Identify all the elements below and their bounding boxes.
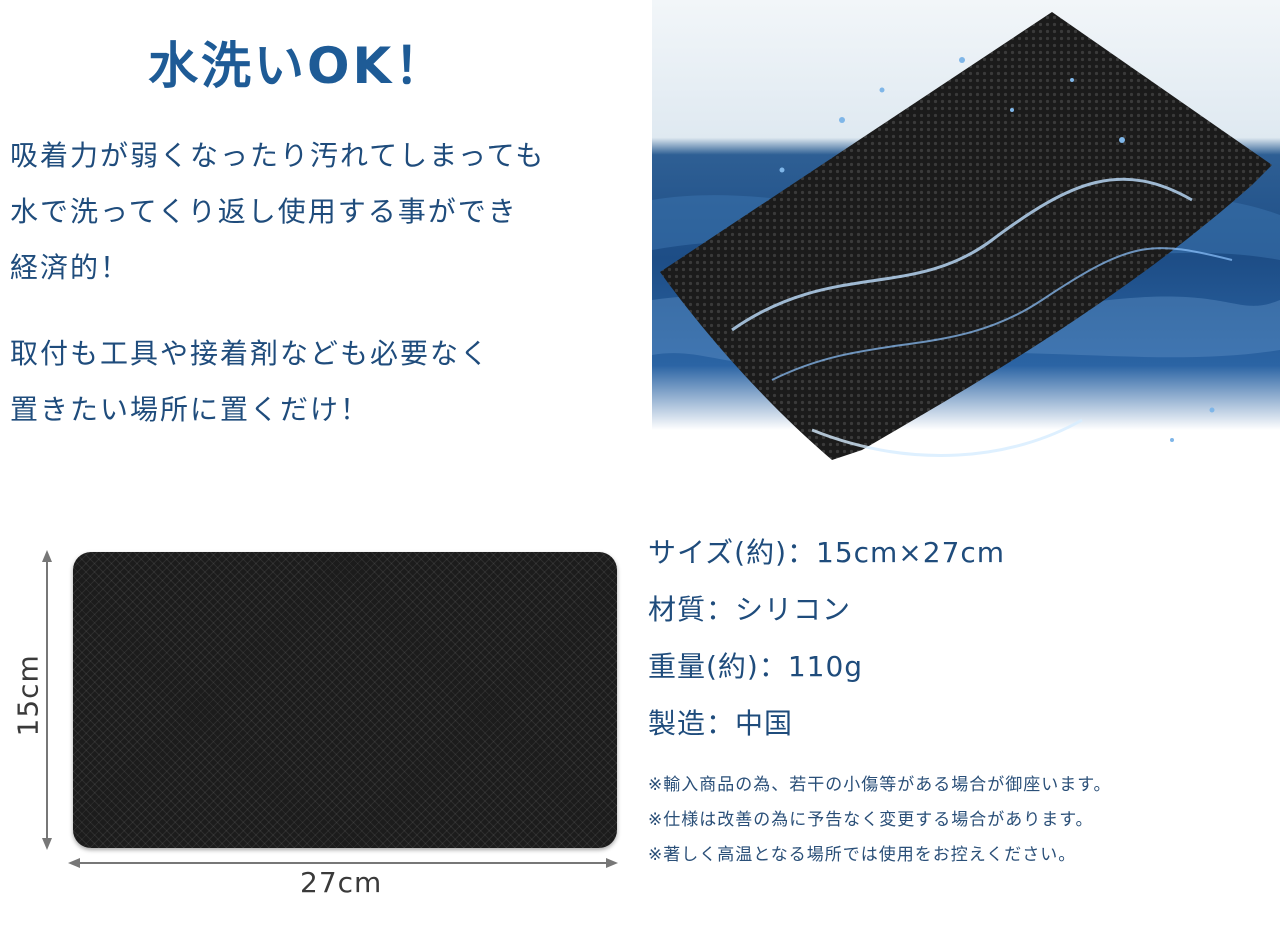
install-description: 取付も工具や接着剤なども必要なく 置きたい場所に置くだけ！ bbox=[10, 326, 670, 438]
spec-weight: 重量(約)：110g bbox=[648, 650, 864, 683]
spec-material: 材質：シリコン bbox=[648, 593, 852, 626]
description-line: 水で洗ってくり返し使用する事ができ bbox=[10, 195, 518, 228]
page-title: 水洗いOK！ bbox=[148, 37, 448, 95]
description-line: 取付も工具や接着剤なども必要なく bbox=[10, 337, 491, 370]
width-label: 27cm bbox=[300, 866, 383, 899]
spec-size: サイズ(約)：15cm×27cm bbox=[648, 536, 1006, 569]
note-item: ※仕様は改善の為に予告なく変更する場合があります。 bbox=[648, 810, 1094, 830]
description-line: 置きたい場所に置くだけ！ bbox=[10, 393, 371, 426]
note-item: ※著しく高温となる場所では使用をお控えください。 bbox=[648, 845, 1077, 865]
spec-origin: 製造：中国 bbox=[648, 707, 794, 740]
washable-description: 吸着力が弱くなったり汚れてしまっても 水で洗ってくり返し使用する事ができ 経済的… bbox=[10, 128, 670, 296]
specifications: サイズ(約)：15cm×27cm 材質：シリコン 重量(約)：110g 製造：中… bbox=[648, 524, 1005, 752]
notes: ※輸入商品の為、若干の小傷等がある場合が御座います。 ※仕様は改善の為に予告なく… bbox=[648, 768, 1112, 873]
description-line: 吸着力が弱くなったり汚れてしまっても bbox=[10, 139, 546, 172]
water-splash-image bbox=[652, 0, 1280, 500]
product-dimensions: 15cm 27cm bbox=[0, 540, 640, 920]
product-mat bbox=[73, 552, 617, 848]
note-item: ※輸入商品の為、若干の小傷等がある場合が御座います。 bbox=[648, 775, 1112, 795]
description-line: 経済的！ bbox=[10, 251, 131, 284]
height-label: 15cm bbox=[11, 654, 45, 737]
